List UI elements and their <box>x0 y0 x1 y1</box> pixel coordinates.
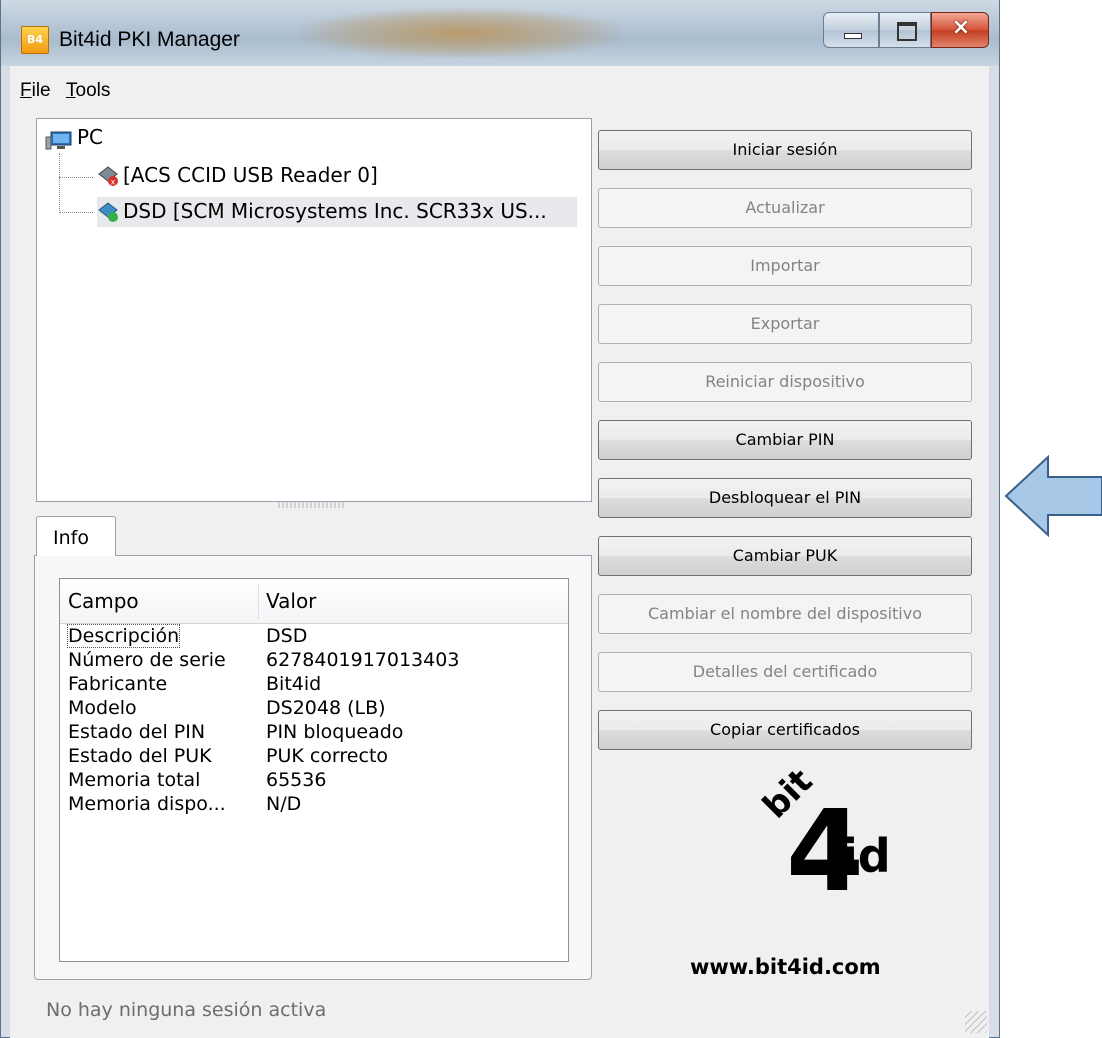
tree-connector <box>59 153 60 213</box>
maximize-icon <box>897 22 917 41</box>
cell-campo: Memoria total <box>68 769 201 791</box>
table-row[interactable]: Fabricante Bit4id <box>60 673 568 697</box>
column-header-campo[interactable]: Campo <box>68 589 139 613</box>
maximize-button[interactable] <box>879 12 931 48</box>
reset-device-button[interactable]: Reiniciar dispositivo <box>598 362 972 402</box>
cell-campo: Fabricante <box>68 673 168 695</box>
reader-ok-icon <box>98 202 118 222</box>
table-row[interactable]: Estado del PIN PIN bloqueado <box>60 721 568 745</box>
menu-file-accel: F <box>20 80 32 101</box>
tree-root-pc[interactable]: PC <box>77 125 103 155</box>
minimize-button[interactable] <box>823 12 879 48</box>
cell-campo: Estado del PIN <box>68 721 206 743</box>
table-row[interactable]: Memoria dispo... N/D <box>60 793 568 817</box>
cell-campo: Número de serie <box>68 649 226 671</box>
tree-root-label: PC <box>77 125 104 149</box>
export-button[interactable]: Exportar <box>598 304 972 344</box>
computer-icon <box>45 131 72 150</box>
cell-campo: Descripción <box>66 624 181 648</box>
client-area: File Tools PC x [ACS CCID USB Reader 0] … <box>10 66 989 1038</box>
unlock-pin-button[interactable]: Desbloquear el PIN <box>598 478 972 518</box>
table-row[interactable]: Modelo DS2048 (LB) <box>60 697 568 721</box>
cell-valor: N/D <box>266 793 302 815</box>
cell-valor: 65536 <box>266 769 327 791</box>
splitter-handle[interactable] <box>278 502 344 508</box>
table-row[interactable]: Estado del PUK PUK correcto <box>60 745 568 769</box>
info-table[interactable]: Campo Valor Descripción DSD Número de ser… <box>59 578 569 962</box>
menu-tools-accel: T <box>66 80 76 101</box>
close-button[interactable]: × <box>931 12 989 48</box>
column-header-valor[interactable]: Valor <box>266 589 316 613</box>
website-label: www.bit4id.com <box>690 955 881 979</box>
change-puk-button[interactable]: Cambiar PUK <box>598 536 972 576</box>
table-row[interactable]: Número de serie 6278401917013403 <box>60 649 568 673</box>
cell-valor: 6278401917013403 <box>266 649 460 671</box>
cell-valor: DS2048 (LB) <box>266 697 386 719</box>
certificate-details-button[interactable]: Detalles del certificado <box>598 652 972 692</box>
copy-certificates-button[interactable]: Copiar certificados <box>598 710 972 750</box>
tree-connector <box>59 177 93 178</box>
cell-valor: PUK correcto <box>266 745 389 767</box>
menu-bar: File Tools <box>10 66 989 110</box>
tree-item-label: DSD [SCM Microsystems Inc. SCR33x US... <box>123 199 547 223</box>
title-bar[interactable]: B4 Bit4id PKI Manager × <box>1 0 999 66</box>
cell-valor: Bit4id <box>266 673 322 695</box>
import-button[interactable]: Importar <box>598 246 972 286</box>
rename-device-button[interactable]: Cambiar el nombre del dispositivo <box>598 594 972 634</box>
table-row[interactable]: Memoria total 65536 <box>60 769 568 793</box>
login-button[interactable]: Iniciar sesión <box>598 130 972 170</box>
cell-valor: DSD <box>266 625 308 647</box>
svg-text:x: x <box>111 178 116 187</box>
column-separator[interactable] <box>258 583 259 619</box>
resize-grip[interactable] <box>965 1011 987 1033</box>
tree-item-dsd-reader[interactable]: DSD [SCM Microsystems Inc. SCR33x US... <box>97 197 577 227</box>
reader-error-icon: x <box>98 166 118 187</box>
tree-item-label: [ACS CCID USB Reader 0] <box>123 163 378 187</box>
title-bar-backdrop <box>301 8 621 58</box>
table-row[interactable]: Descripción DSD <box>60 624 568 649</box>
close-icon: × <box>951 15 971 40</box>
tree-connector <box>59 212 93 213</box>
menu-tools-label: ools <box>75 80 111 101</box>
tab-info[interactable]: Info <box>36 516 116 556</box>
refresh-button[interactable]: Actualizar <box>598 188 972 228</box>
cell-valor: PIN bloqueado <box>266 721 404 743</box>
menu-file[interactable]: File <box>20 80 51 102</box>
app-icon[interactable]: B4 <box>21 26 49 54</box>
window-title: Bit4id PKI Manager <box>59 28 240 51</box>
cell-campo: Memoria dispo... <box>68 793 226 815</box>
device-tree[interactable]: PC x [ACS CCID USB Reader 0] DSD [SCM Mi… <box>36 118 592 502</box>
menu-file-label: ile <box>31 80 51 101</box>
cell-campo: Estado del PUK <box>68 745 212 767</box>
status-bar-text: No hay ninguna sesión activa <box>46 999 327 1021</box>
tree-item-acs-reader[interactable]: [ACS CCID USB Reader 0] <box>123 163 378 193</box>
cell-campo: Modelo <box>68 697 137 719</box>
left-arrow-annotation <box>1004 455 1102 537</box>
bit4id-logo: bit 4 id <box>755 766 890 906</box>
tab-info-label: Info <box>53 527 89 549</box>
logo-id-text: id <box>842 829 890 883</box>
table-header: Campo Valor <box>60 579 568 624</box>
menu-tools[interactable]: Tools <box>66 80 110 102</box>
minimize-icon <box>844 33 862 39</box>
change-pin-button[interactable]: Cambiar PIN <box>598 420 972 460</box>
